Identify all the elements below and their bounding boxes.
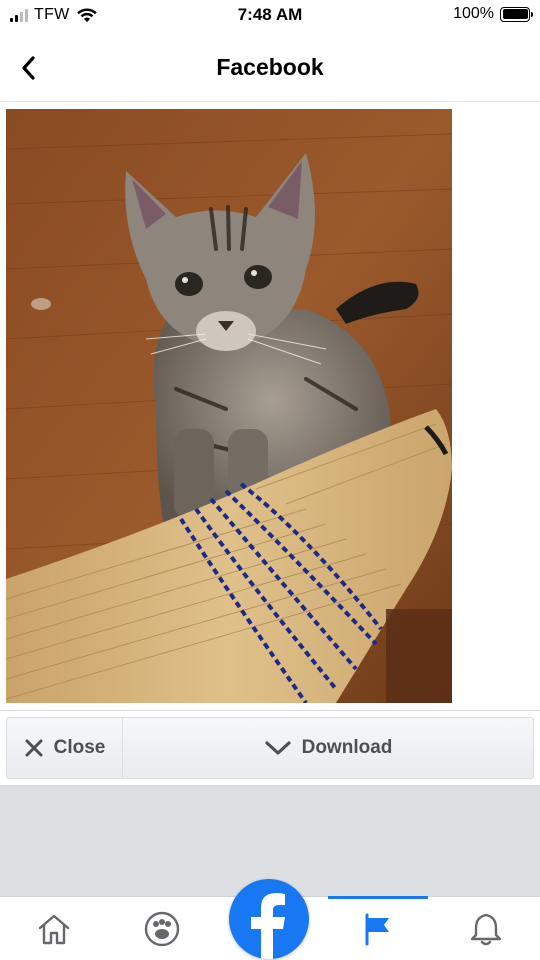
close-label: Close	[53, 737, 106, 758]
chevron-down-icon	[265, 741, 291, 755]
photo-viewer	[0, 103, 540, 710]
tab-notifications[interactable]	[452, 897, 520, 960]
battery-level	[502, 9, 528, 19]
facebook-logo	[251, 893, 285, 959]
home-icon	[38, 914, 70, 945]
nav-header: Facebook	[0, 32, 540, 102]
bell-icon	[470, 913, 502, 946]
action-buttons: Close Download	[6, 717, 534, 779]
flag-icon	[365, 913, 389, 946]
tab-home[interactable]	[20, 897, 88, 960]
x-icon	[25, 739, 43, 757]
battery-icon	[500, 6, 533, 22]
download-button[interactable]: Download	[123, 718, 533, 778]
cat-with-broom-photo	[6, 109, 452, 703]
page-title: Facebook	[216, 54, 324, 80]
active-tab-indicator	[328, 896, 428, 899]
tab-groups[interactable]	[128, 897, 196, 960]
close-button[interactable]: Close	[7, 718, 123, 778]
battery-percent: 100%	[453, 5, 494, 22]
status-right: 100%	[453, 5, 533, 23]
facebook-home-button[interactable]	[229, 879, 309, 959]
photo-action-bar: Close Download	[0, 710, 540, 786]
download-label: Download	[301, 737, 393, 758]
status-bar: TFW 7:48 AM 100%	[0, 0, 540, 32]
photo-image[interactable]	[6, 109, 452, 703]
tab-pages[interactable]	[328, 896, 428, 960]
groups-icon	[144, 911, 180, 947]
